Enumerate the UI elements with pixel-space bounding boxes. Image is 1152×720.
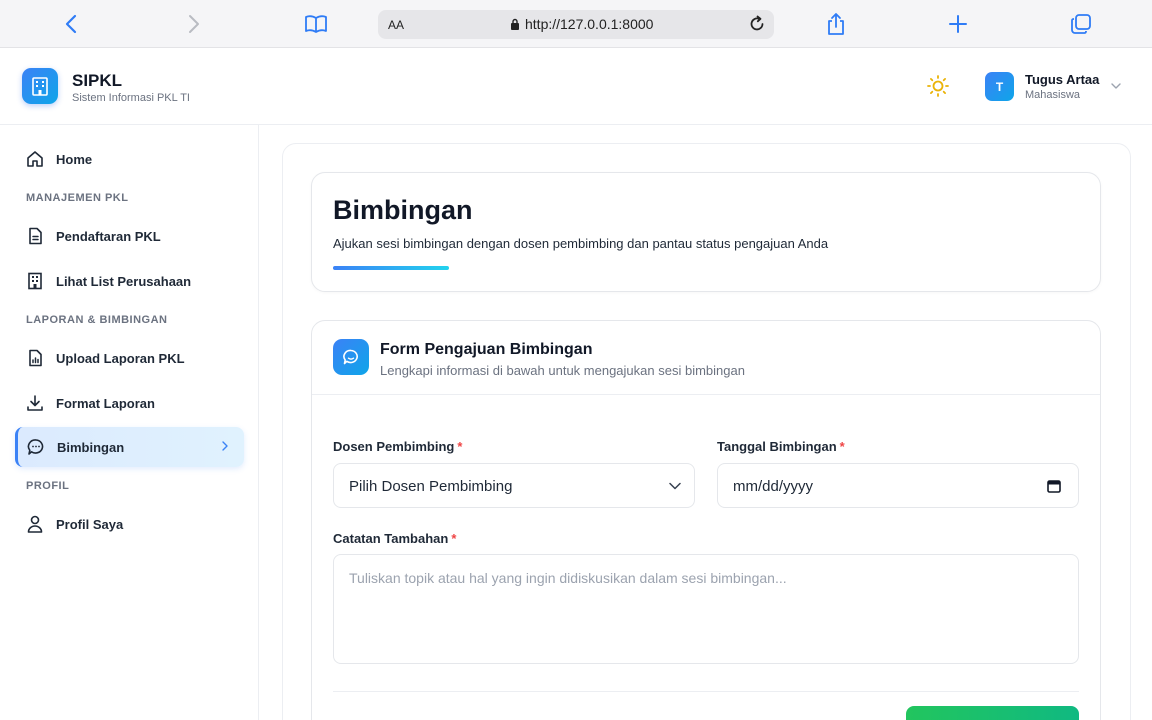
catatan-label: Catatan Tambahan *: [333, 531, 456, 546]
tanggal-label-text: Tanggal Bimbingan: [717, 439, 837, 454]
sidebar: Home MANAJEMEN PKL Pendaftaran PKL Lihat…: [0, 125, 259, 720]
app-header: SIPKL Sistem Informasi PKL TI T Tugus Ar…: [0, 48, 1152, 125]
calendar-icon[interactable]: [1046, 478, 1062, 494]
back-icon[interactable]: [59, 12, 83, 36]
user-role: Mahasiswa: [1025, 89, 1081, 101]
address-bar[interactable]: AA http://127.0.0.1:8000: [378, 10, 774, 39]
sun-icon[interactable]: [926, 74, 950, 98]
bookmarks-icon[interactable]: [304, 12, 328, 36]
form-footer-divider: [333, 691, 1079, 692]
brand-name[interactable]: SIPKL: [72, 71, 122, 91]
sidebar-item-format-laporan[interactable]: Format Laporan: [15, 383, 244, 423]
url-text[interactable]: http://127.0.0.1:8000: [510, 16, 653, 32]
document-icon: [26, 227, 44, 245]
reader-aa-label[interactable]: AA: [388, 18, 404, 32]
sidebar-item-label: Home: [56, 151, 93, 167]
form-divider: [312, 394, 1100, 395]
sidebar-item-profil-saya[interactable]: Profil Saya: [15, 504, 244, 544]
bimbingan-form-card: Form Pengajuan Bimbingan Lengkapi inform…: [311, 320, 1101, 720]
tanggal-date-input[interactable]: mm/dd/yyyy: [717, 463, 1079, 508]
required-mark: *: [457, 439, 463, 454]
dosen-label-text: Dosen Pembimbing: [333, 439, 455, 454]
sidebar-item-label: Pendaftaran PKL: [56, 228, 161, 244]
required-mark: *: [451, 531, 457, 546]
dosen-select[interactable]: Pilih Dosen Pembimbing: [333, 463, 695, 508]
chevron-down-icon[interactable]: [1110, 80, 1122, 92]
chevron-right-icon: [220, 441, 230, 451]
avatar[interactable]: T: [985, 72, 1014, 101]
sidebar-item-label: Lihat List Perusahaan: [56, 273, 192, 289]
tanggal-label: Tanggal Bimbingan *: [717, 439, 845, 454]
catatan-label-text: Catatan Tambahan: [333, 531, 449, 546]
nav-section-laporan: LAPORAN & BIMBINGAN: [26, 314, 168, 326]
submit-button[interactable]: [906, 706, 1079, 720]
catatan-textarea[interactable]: Tuliskan topik atau hal yang ingin didis…: [333, 554, 1079, 664]
sidebar-item-upload-laporan[interactable]: Upload Laporan PKL: [15, 338, 244, 378]
catatan-placeholder: Tuliskan topik atau hal yang ingin didis…: [349, 570, 787, 586]
download-icon: [26, 394, 44, 412]
sidebar-item-label: Profil Saya: [56, 516, 124, 532]
sidebar-item-bimbingan[interactable]: Bimbingan: [15, 427, 244, 467]
nav-section-manajemen: MANAJEMEN PKL: [26, 192, 129, 204]
chevron-down-icon: [668, 479, 682, 493]
home-icon: [26, 150, 44, 168]
user-icon: [26, 515, 44, 533]
dosen-select-value: Pilih Dosen Pembimbing: [349, 478, 513, 495]
user-name[interactable]: Tugus Artaa: [1025, 72, 1099, 87]
sidebar-item-pendaftaran[interactable]: Pendaftaran PKL: [15, 216, 244, 256]
building-logo-icon[interactable]: [22, 68, 58, 104]
page-header-card: Bimbingan Ajukan sesi bimbingan dengan d…: [311, 172, 1101, 292]
sidebar-item-label: Upload Laporan PKL: [56, 350, 185, 366]
building-icon: [26, 272, 44, 290]
lock-icon: [511, 18, 519, 30]
url-value: http://127.0.0.1:8000: [525, 16, 654, 32]
forward-icon[interactable]: [182, 12, 206, 36]
tanggal-date-value: mm/dd/yyyy: [733, 478, 814, 495]
required-mark: *: [839, 439, 845, 454]
sidebar-item-label: Format Laporan: [56, 395, 155, 411]
dosen-label: Dosen Pembimbing *: [333, 439, 462, 454]
sidebar-item-lihat-list[interactable]: Lihat List Perusahaan: [15, 261, 244, 301]
new-tab-icon[interactable]: [946, 12, 970, 36]
sidebar-item-label: Bimbingan: [57, 439, 125, 455]
title-accent-bar: [333, 266, 449, 270]
page-title: Bimbingan: [333, 195, 473, 225]
chat-bubble-icon: [27, 438, 45, 456]
form-title: Form Pengajuan Bimbingan: [380, 341, 593, 358]
form-subtitle: Lengkapi informasi di bawah untuk mengaj…: [380, 363, 745, 378]
document-chart-icon: [26, 349, 44, 367]
page-subtitle: Ajukan sesi bimbingan dengan dosen pembi…: [333, 236, 829, 251]
browser-toolbar: AA http://127.0.0.1:8000: [0, 0, 1152, 48]
share-icon[interactable]: [824, 12, 848, 36]
reload-icon[interactable]: [746, 13, 768, 35]
tabs-overview-icon[interactable]: [1069, 12, 1093, 36]
sidebar-item-home[interactable]: Home: [15, 139, 244, 179]
chat-bubble-icon: [333, 339, 369, 375]
brand-subtitle: Sistem Informasi PKL TI: [72, 92, 190, 104]
nav-section-profil: PROFIL: [26, 480, 70, 492]
